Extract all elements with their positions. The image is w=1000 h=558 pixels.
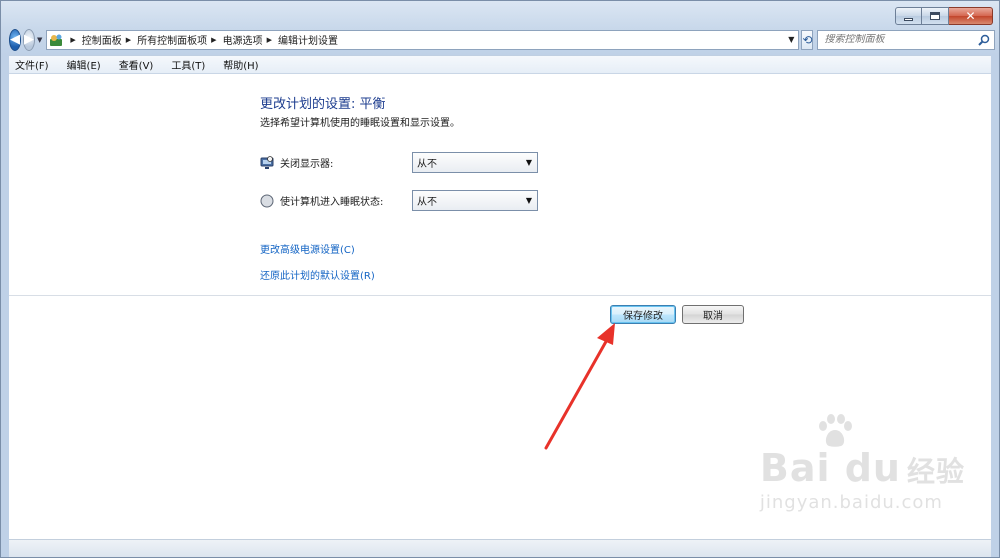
chevron-right-icon: ▶	[125, 35, 132, 44]
refresh-button[interactable]: ⟲	[801, 29, 814, 50]
watermark-brand-cn: 经验	[906, 455, 965, 488]
close-button[interactable]: ✕	[949, 7, 993, 25]
control-panel-icon	[50, 34, 63, 46]
display-icon	[260, 155, 274, 169]
watermark-url: jingyan.baidu.com	[759, 492, 943, 513]
chevron-right-icon: ▶	[266, 35, 272, 44]
caption-buttons: ✕	[895, 7, 993, 25]
breadcrumb-label: 所有控制面板项	[137, 36, 208, 47]
page-title: 更改计划的设置: 平衡	[260, 97, 386, 112]
page-subtitle: 选择希望计算机使用的睡眠设置和显示设置。	[260, 118, 460, 129]
chevron-right-icon: ▶	[211, 35, 217, 44]
save-button[interactable]: 保存修改	[610, 305, 676, 324]
menu-view[interactable]: 查看(V)	[117, 57, 156, 72]
restore-defaults-link[interactable]: 还原此计划的默认设置(R)	[260, 267, 375, 282]
cancel-button[interactable]: 取消	[682, 305, 744, 324]
select-value: 从不	[417, 197, 437, 208]
sleep-select[interactable]: 从不 ▼	[412, 190, 538, 211]
forward-arrow-icon: ▶	[24, 32, 34, 47]
menu-help[interactable]: 帮助(H)	[221, 57, 260, 72]
setting-label: 使计算机进入睡眠状态:	[280, 197, 384, 208]
back-arrow-icon: ◀	[10, 32, 20, 47]
breadcrumb-item[interactable]: ▶ 所有控制面板项	[122, 32, 208, 48]
breadcrumb-label: 编辑计划设置	[277, 36, 338, 47]
baidu-watermark: Bai du 经验 jingyan.baidu.com	[759, 414, 965, 513]
search-icon[interactable]	[978, 34, 990, 46]
paw-logo-icon	[818, 414, 852, 447]
recent-pages-dropdown[interactable]: ▼	[37, 36, 42, 44]
refresh-icon: ⟲	[802, 32, 813, 47]
content-pane: 更改计划的设置: 平衡 选择希望计算机使用的睡眠设置和显示设置。 关闭显示器: …	[9, 74, 991, 539]
navigation-row: ◀ ▶ ▼ ▶ 控制面板 ▶ 所有控制面板项 ▶ 电源选项 ▶ 编辑计划设置 ▼ ⟲	[9, 27, 996, 52]
setting-row-display: 关闭显示器: 从不 ▼	[260, 152, 538, 173]
chevron-right-icon: ▶	[70, 35, 76, 44]
menu-tools[interactable]: 工具(T)	[169, 57, 207, 72]
watermark-brand: Bai du 经验	[760, 446, 965, 490]
minimize-button[interactable]	[895, 7, 922, 25]
minimize-icon	[904, 17, 913, 21]
breadcrumb-item[interactable]: ▶ 电源选项	[207, 32, 263, 48]
menu-file[interactable]: 文件(F)	[13, 57, 51, 72]
explorer-window: ✕ ◀ ▶ ▼ ▶ 控制面板 ▶ 所有控制面板项 ▶ 电源选项 ▶ 编辑计划设置 ▼ ⟲	[0, 0, 1000, 558]
select-value: 从不	[417, 159, 437, 170]
chevron-down-icon: ▼	[525, 196, 532, 205]
setting-label: 关闭显示器:	[280, 159, 334, 170]
setting-row-sleep: 使计算机进入睡眠状态: 从不 ▼	[260, 190, 538, 211]
forward-button[interactable]: ▶	[23, 28, 35, 51]
status-bar	[9, 539, 991, 557]
advanced-power-settings-link[interactable]: 更改高级电源设置(C)	[260, 241, 355, 256]
breadcrumb-item[interactable]: ▶ 编辑计划设置	[263, 32, 338, 48]
menu-edit[interactable]: 编辑(E)	[65, 57, 103, 72]
chevron-down-icon: ▼	[525, 158, 532, 167]
maximize-icon	[930, 12, 940, 20]
watermark-brand-text: Bai du	[759, 446, 901, 490]
menu-bar: 文件(F) 编辑(E) 查看(V) 工具(T) 帮助(H)	[9, 55, 991, 74]
breadcrumb-label: 电源选项	[222, 36, 263, 47]
close-icon: ✕	[965, 9, 976, 23]
back-button[interactable]: ◀	[9, 28, 21, 51]
breadcrumb-item[interactable]: ▶ 控制面板	[66, 32, 122, 48]
search-box[interactable]	[817, 29, 996, 50]
address-dropdown-icon[interactable]: ▼	[788, 35, 794, 44]
sleep-moon-icon	[260, 194, 274, 207]
divider	[9, 295, 991, 296]
address-bar[interactable]: ▶ 控制面板 ▶ 所有控制面板项 ▶ 电源选项 ▶ 编辑计划设置 ▼	[46, 29, 800, 50]
maximize-button[interactable]	[922, 7, 949, 25]
breadcrumb-label: 控制面板	[81, 36, 122, 47]
search-input[interactable]	[824, 34, 995, 45]
display-off-select[interactable]: 从不 ▼	[412, 152, 538, 173]
